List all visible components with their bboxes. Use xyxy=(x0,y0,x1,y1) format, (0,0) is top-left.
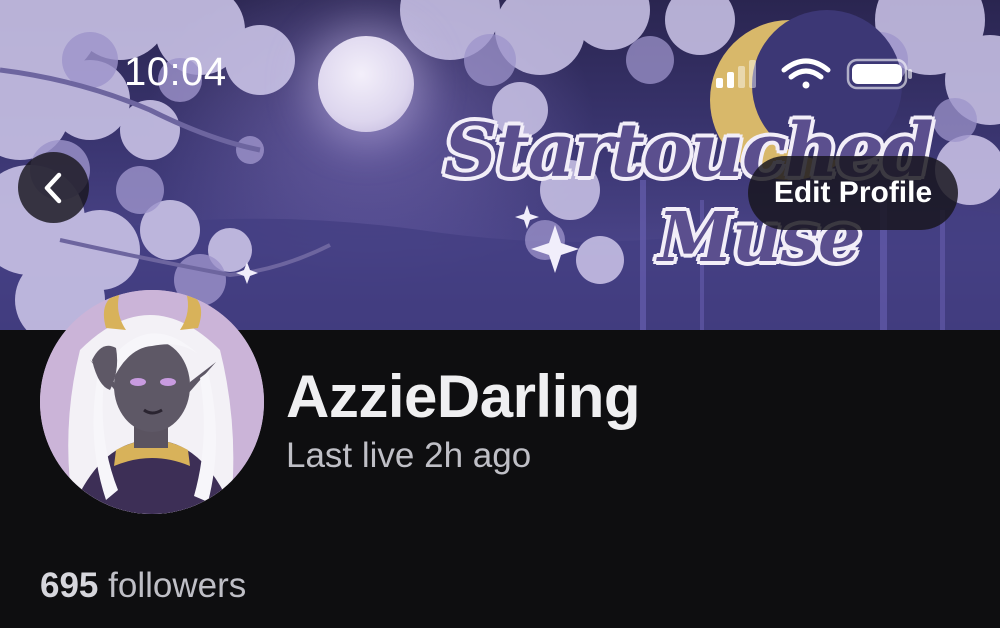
edit-profile-button[interactable]: Edit Profile xyxy=(748,156,958,230)
status-icons xyxy=(716,58,912,90)
avatar[interactable] xyxy=(40,290,264,514)
followers-count[interactable]: 695 followers xyxy=(40,566,246,606)
profile-screen: Startouched Muse 10:04 Edit Profile Azzi… xyxy=(0,0,1000,628)
wifi-icon xyxy=(781,58,831,89)
profile-username: AzzieDarling xyxy=(286,363,641,430)
followers-label: followers xyxy=(108,566,247,605)
back-button[interactable] xyxy=(18,152,89,223)
last-live-status: Last live 2h ago xyxy=(286,436,532,475)
profile-banner: Startouched Muse 10:04 Edit Profile xyxy=(0,0,1000,330)
status-time: 10:04 xyxy=(124,50,227,94)
battery-icon xyxy=(846,58,912,90)
avatar-illustration xyxy=(40,290,264,514)
signal-icon xyxy=(716,60,756,88)
moon-illustration xyxy=(318,36,414,132)
chevron-left-icon xyxy=(44,172,61,203)
followers-number: 695 xyxy=(40,566,99,605)
